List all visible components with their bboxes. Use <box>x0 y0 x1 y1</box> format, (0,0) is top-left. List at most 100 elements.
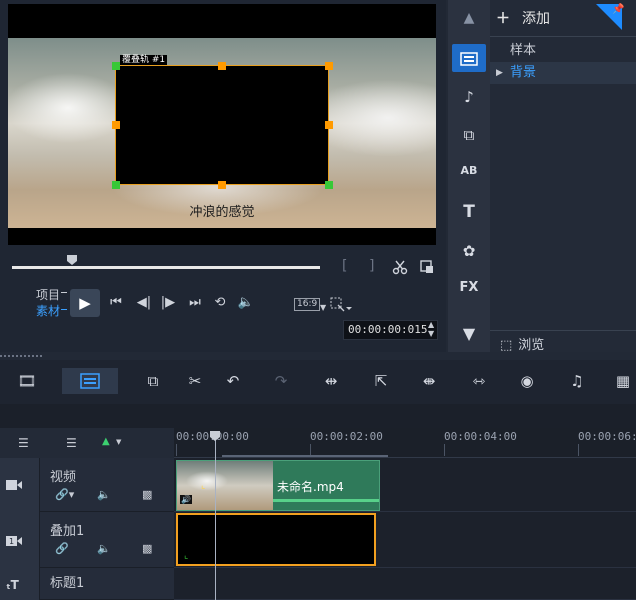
aspect-resize-icon[interactable]: ⇱ <box>366 368 396 394</box>
video-clip[interactable]: 🔊 ⌞ 未命名.mp4 <box>176 460 380 511</box>
expand-arrow-icon[interactable]: ▶ <box>496 62 503 84</box>
crop-mode-icon[interactable] <box>330 297 352 313</box>
ruler-tick <box>444 444 445 456</box>
playhead-line[interactable] <box>215 432 216 600</box>
redo-icon[interactable]: ↷ <box>266 368 296 394</box>
scissors-icon[interactable] <box>392 259 408 275</box>
multi-camera-icon[interactable]: ▦ <box>608 368 636 394</box>
chapter-marker-icon[interactable]: ☰ <box>66 436 77 450</box>
record-icon[interactable]: ◉ <box>512 368 542 394</box>
overlay-handle-top-right[interactable] <box>325 62 333 70</box>
scrubber-knob-icon[interactable] <box>66 254 78 266</box>
scroll-up-icon[interactable]: ▲ <box>448 10 490 26</box>
overlay-handle-top[interactable] <box>218 62 226 70</box>
fit-timeline-icon[interactable]: ⇹ <box>316 368 346 394</box>
overlay-grid-icon[interactable]: ▩ <box>142 542 152 555</box>
timecode-stepper-icon[interactable]: ▲ ▼ <box>428 320 434 338</box>
overlay-handle-bottom-right[interactable] <box>325 181 333 189</box>
title-icon[interactable]: AB <box>448 164 490 177</box>
preview-caption: 冲浪的感觉 <box>189 205 255 220</box>
media-tab[interactable] <box>452 44 486 72</box>
video-track-icon <box>6 480 22 490</box>
clip-volume-line <box>273 499 379 502</box>
fx-icon[interactable]: FX <box>448 280 490 295</box>
undo-icon[interactable]: ↶ <box>218 368 248 394</box>
title-track-name: 标题1 <box>50 576 85 591</box>
playhead-knob-icon[interactable] <box>209 430 221 442</box>
storyboard-view-icon[interactable]: 🎞 <box>12 368 42 394</box>
text-icon[interactable]: T <box>448 202 490 222</box>
split-audio-icon[interactable]: ⇼ <box>414 368 444 394</box>
mode-project-dash <box>61 292 67 293</box>
volume-icon[interactable]: 🔈 <box>236 293 256 313</box>
audio-wave-icon[interactable]: ♫ <box>562 368 592 394</box>
overlay-object[interactable] <box>115 65 329 185</box>
duplicate-icon[interactable]: ⧉ <box>138 368 168 394</box>
overlay-handle-left[interactable] <box>112 121 120 129</box>
ruler-tick <box>176 444 177 456</box>
track-grid-icon[interactable]: ▩ <box>142 488 152 501</box>
transition-icon[interactable]: ⧉ <box>448 126 490 144</box>
snapshot-icon[interactable] <box>419 259 435 275</box>
ruler-selection-range[interactable] <box>222 455 388 457</box>
timecode-field[interactable]: 00:00:00:015 <box>343 320 438 340</box>
scroll-down-icon[interactable]: ▼ <box>448 324 490 343</box>
marker-dropdown-icon[interactable]: ▼ <box>116 438 121 446</box>
timeline-view-button[interactable] <box>62 368 118 394</box>
overlay-handle-top-left[interactable] <box>112 62 120 70</box>
media-icon <box>460 52 478 66</box>
browse-button[interactable]: ⬚ 浏览 <box>500 334 544 353</box>
go-to-start-icon[interactable]: ⏮ <box>106 293 126 313</box>
video-clip-label: 未命名.mp4 <box>277 480 344 494</box>
trim-icon[interactable]: ⇿ <box>464 368 494 394</box>
timeline-view-icon <box>80 373 100 389</box>
ruler-label-3: 00:00:06:0 <box>578 430 636 443</box>
aspect-dropdown-chevron-icon[interactable]: ▼ <box>320 303 326 312</box>
track-manager-icon[interactable]: ☰ <box>18 436 29 450</box>
go-to-end-icon[interactable]: ⏭ <box>185 293 205 313</box>
clip-transform-icon: ⌞ <box>201 481 206 491</box>
overlay-handle-bottom-left[interactable] <box>112 181 120 189</box>
title-track-icon-cell: ₜT <box>0 568 40 600</box>
overlay-link-icon[interactable]: 🔗 <box>55 542 69 555</box>
title-track-body[interactable] <box>174 568 636 600</box>
mode-clip-label[interactable]: 素材 <box>36 302 60 319</box>
add-marker-icon[interactable]: ▲ <box>102 436 110 447</box>
play-button[interactable]: ▶ <box>70 289 100 317</box>
library-header-divider <box>490 36 636 37</box>
ruler-label-1: 00:00:02:00 <box>310 430 383 443</box>
overlay-volume-icon[interactable]: 🔈 <box>97 542 111 555</box>
pin-icon[interactable]: 📌 <box>612 4 624 15</box>
previous-frame-icon[interactable]: ◀| <box>134 293 154 313</box>
library-item-sample[interactable]: 样本 <box>490 40 636 62</box>
overlay-track-name: 叠加1 <box>50 524 85 539</box>
overlay-handle-bottom[interactable] <box>218 181 226 189</box>
overlay-clip[interactable]: ⌞ <box>176 513 376 566</box>
track-volume-icon[interactable]: 🔈 <box>97 488 111 501</box>
video-track-icon-cell <box>0 458 40 512</box>
overlay-clip-transform-icon: ⌞ <box>184 551 189 561</box>
scrubber-track[interactable] <box>12 266 320 269</box>
panel-resize-handle[interactable] <box>0 355 42 359</box>
title-track-icon: ₜT <box>6 578 19 592</box>
mode-project-label[interactable]: 项目 <box>36 286 60 303</box>
browse-button-label: 浏览 <box>518 338 545 353</box>
aspect-ratio-button[interactable]: 16:9 <box>294 298 321 311</box>
add-button[interactable]: ＋ 添加 <box>496 8 550 28</box>
mark-out-button[interactable]: ] <box>369 258 374 274</box>
graphics-icon[interactable]: ✿ <box>448 242 490 260</box>
tools-icon[interactable]: ✂ <box>180 368 210 394</box>
link-icon[interactable]: 🔗▾ <box>55 488 74 501</box>
mark-in-button[interactable]: [ <box>342 258 347 274</box>
preview-frame[interactable]: 覆叠轨 #1 冲浪的感觉 <box>8 4 436 245</box>
ruler-tick <box>578 444 579 456</box>
mode-clip-dash <box>61 309 67 310</box>
audio-icon[interactable]: ♪ <box>448 88 490 106</box>
svg-text:1: 1 <box>9 537 14 546</box>
repeat-icon[interactable]: ⟲ <box>210 293 230 313</box>
overlay-handle-right[interactable] <box>325 121 333 129</box>
library-item-background[interactable]: ▶ 背景 <box>490 62 636 84</box>
library-footer-divider <box>490 330 636 331</box>
next-frame-icon[interactable]: |▶ <box>158 293 178 313</box>
add-button-label: 添加 <box>522 11 550 27</box>
